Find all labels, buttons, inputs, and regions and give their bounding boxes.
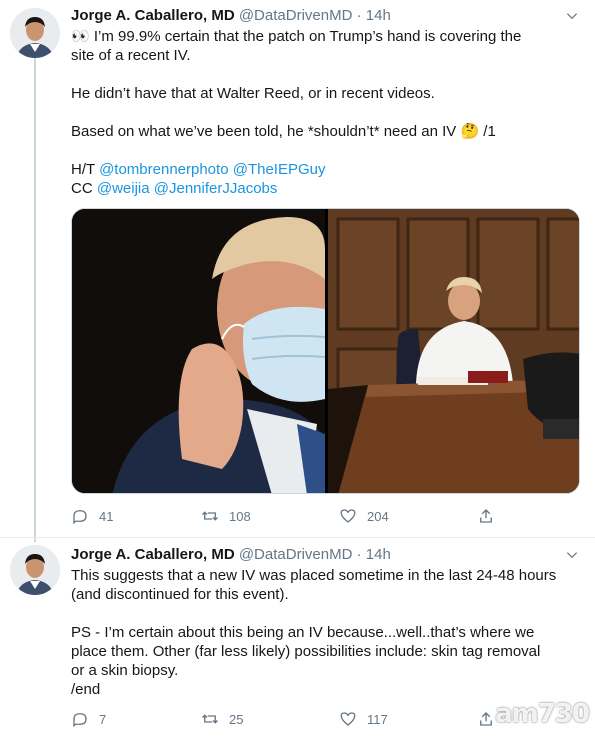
text-line: I’m 99.9% certain that the patch on Trum… [89,28,522,45]
thread-counter: /1 [479,123,496,140]
like-button[interactable]: 117 [339,709,388,729]
thinking-emoji: 🤔 [460,123,480,140]
reply-icon [73,713,87,728]
text-line: /end [71,681,101,698]
author-name[interactable]: Jorge A. Caballero, MD [71,546,235,563]
heart-icon [340,712,356,726]
text-line: site of a recent IV. [71,47,191,64]
separator-dot: · [356,7,362,24]
separator-dot: · [356,546,362,563]
tweet[interactable]: Jorge A. Caballero, MD @DataDrivenMD · 1… [0,537,595,739]
author-name[interactable]: Jorge A. Caballero, MD [71,7,235,24]
like-count: 117 [367,711,388,727]
heart-icon [340,509,356,523]
retweet-count: 25 [229,711,244,727]
text-line: or a skin biopsy. [71,662,179,679]
reply-button[interactable]: 41 [71,506,113,526]
share-icon [480,712,492,726]
avatar-image [10,8,60,58]
text-line: He didn’t have that at Walter Reed, or i… [71,85,435,102]
text-line: place them. Other (far less likely) poss… [71,643,541,660]
reply-icon [73,510,87,525]
reply-count: 41 [99,508,114,524]
text-line: This suggests that a new IV was placed s… [71,567,557,584]
tweet-header: Jorge A. Caballero, MD @DataDrivenMD · 1… [71,545,391,565]
tweet-text: This suggests that a new IV was placed s… [71,566,581,699]
watermark-logo: am730 [495,699,590,729]
retweet-icon [202,714,218,724]
retweet-icon [202,511,218,521]
chevron-down-icon[interactable] [565,9,579,23]
author-handle[interactable]: @DataDrivenMD [239,546,353,563]
like-count: 204 [367,508,389,524]
media-photo-left[interactable] [72,209,325,493]
cc-label: CC [71,180,97,197]
author-handle[interactable]: @DataDrivenMD [239,7,353,24]
chevron-down-icon[interactable] [565,548,579,562]
mention-link[interactable]: @tombrennerphoto [99,161,228,178]
mention-link[interactable]: @JenniferJJacobs [154,180,278,197]
avatar[interactable] [10,545,60,595]
text-line: PS - I’m certain about this being an IV … [71,624,535,641]
eyes-emoji: 👀 [71,28,90,45]
avatar[interactable] [10,8,60,58]
tweet-media[interactable] [71,208,580,494]
timestamp[interactable]: 14h [366,546,391,563]
timestamp[interactable]: 14h [366,7,391,24]
text-line: (and discontinued for this event). [71,586,289,603]
photo-man-at-desk [328,209,579,493]
tweet-text: 👀 I’m 99.9% certain that the patch on Tr… [71,27,581,198]
avatar-image [10,545,60,595]
thread-connector [34,58,36,537]
tweet-actions: 7 25 117 [71,709,511,729]
text-line: Based on what we’ve been told, he *shoul… [71,123,461,140]
photo-man-mask [72,209,325,493]
thread-connector [34,538,36,542]
mention-link[interactable]: @weijia [97,180,150,197]
hat-tip-label: H/T [71,161,100,178]
retweet-count: 108 [229,508,251,524]
share-button[interactable] [477,506,495,526]
reply-count: 7 [99,711,107,727]
retweet-button[interactable]: 108 [201,506,251,526]
reply-button[interactable]: 7 [71,709,106,729]
mention-link[interactable]: @TheIEPGuy [233,161,326,178]
tweet-actions: 41 108 204 [71,506,511,526]
like-button[interactable]: 204 [339,506,389,526]
share-icon [480,509,492,523]
retweet-button[interactable]: 25 [201,709,243,729]
media-photo-right[interactable] [328,209,579,493]
tweet[interactable]: Jorge A. Caballero, MD @DataDrivenMD · 1… [0,0,595,537]
share-button[interactable] [477,709,495,729]
tweet-header: Jorge A. Caballero, MD @DataDrivenMD · 1… [71,6,391,26]
